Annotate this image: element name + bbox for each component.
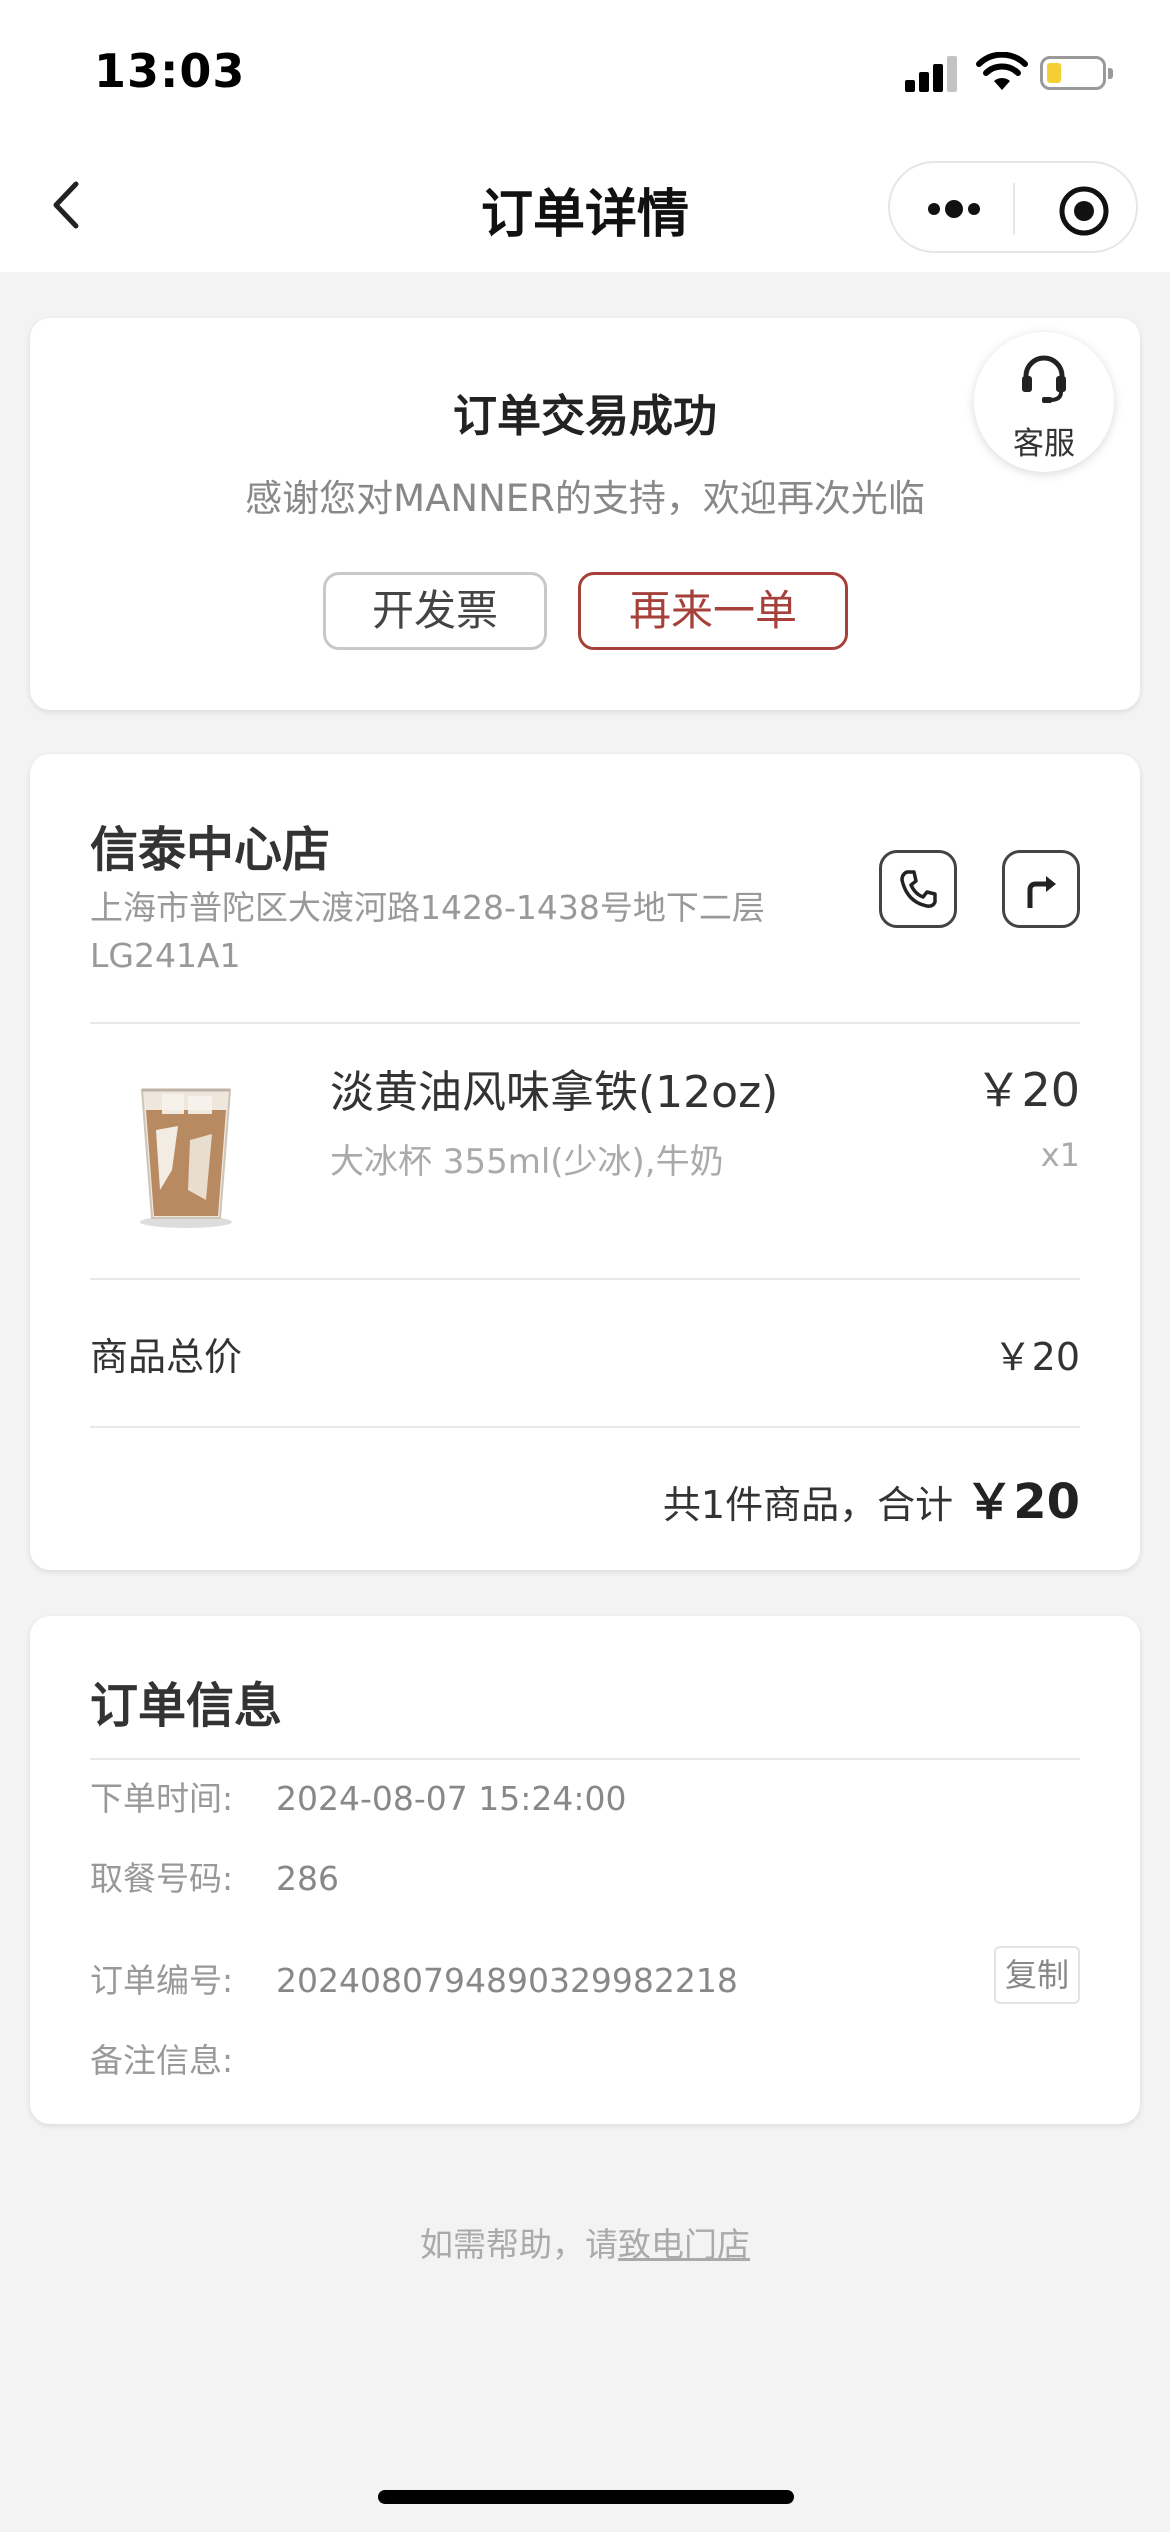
- subtotal-label: 商品总价: [90, 1335, 243, 1379]
- reorder-button[interactable]: 再来一单: [578, 572, 848, 650]
- customer-service-button[interactable]: 客服: [974, 332, 1114, 472]
- pickup-number-value: 286: [276, 1859, 339, 1898]
- order-info-title: 订单信息: [90, 1678, 283, 1734]
- cellular-signal-icon: [905, 56, 959, 92]
- order-number-label: 订单编号:: [90, 1961, 234, 2000]
- divider: [90, 1426, 1080, 1428]
- pickup-number-label: 取餐号码:: [90, 1859, 234, 1898]
- more-icon[interactable]: [924, 185, 984, 233]
- total-prefix: 共1件商品，合计: [662, 1483, 954, 1527]
- pickup-number-row: 取餐号码: 286: [90, 1852, 339, 1900]
- capsule-divider: [1013, 183, 1015, 235]
- directions-icon: [1027, 876, 1056, 908]
- order-time-label: 下单时间:: [90, 1779, 234, 1818]
- home-indicator: [378, 2490, 794, 2504]
- phone-icon: [900, 870, 937, 908]
- call-store-link[interactable]: 致电门店: [618, 2225, 750, 2264]
- product-image: [140, 1088, 232, 1228]
- order-time-value: 2024-08-07 15:24:00: [276, 1779, 627, 1818]
- top-bar: 13:03 订单详情: [0, 0, 1170, 272]
- invoice-button[interactable]: 开发票: [323, 572, 547, 650]
- order-time-row: 下单时间: 2024-08-07 15:24:00: [90, 1772, 626, 1820]
- store-address: 上海市普陀区大渡河路1428-1438号地下二层LG241A1: [90, 888, 765, 975]
- order-items-card: 信泰中心店 上海市普陀区大渡河路1428-1438号地下二层LG241A1 淡黄…: [30, 754, 1140, 1570]
- subtotal-value: ￥20: [993, 1335, 1080, 1379]
- wifi-icon: [976, 52, 1028, 90]
- remarks-label: 备注信息:: [90, 2041, 234, 2080]
- divider: [90, 1758, 1080, 1760]
- store-name: 信泰中心店: [90, 822, 331, 878]
- help-prefix: 如需帮助，请: [420, 2225, 618, 2264]
- mini-program-capsule: [888, 161, 1138, 253]
- order-info-card: 订单信息 下单时间: 2024-08-07 15:24:00 取餐号码: 286 订…: [30, 1616, 1140, 2124]
- battery-icon: [1040, 56, 1113, 90]
- order-number-value: 20240807948903299822​18: [276, 1961, 738, 2000]
- remarks-row: 备注信息:: [90, 2034, 276, 2082]
- status-time: 13:03: [94, 44, 246, 98]
- order-status-subtitle: 感谢您对MANNER的支持，欢迎再次光临: [245, 477, 925, 520]
- order-number-row: 订单编号: 20240807948903299822​18: [90, 1954, 738, 2002]
- product-quantity: x1: [1040, 1136, 1080, 1174]
- help-text: 如需帮助，请致电门店: [0, 2218, 1170, 2266]
- navigate-store-button[interactable]: [1002, 850, 1080, 928]
- total-amount: ￥20: [965, 1474, 1080, 1530]
- call-store-button[interactable]: [879, 850, 957, 928]
- product-spec: 大冰杯 355ml(少冰),牛奶: [330, 1142, 724, 1182]
- product-price: ￥20: [975, 1063, 1080, 1117]
- headset-icon: [1022, 355, 1066, 403]
- divider: [90, 1278, 1080, 1280]
- close-miniprogram-icon[interactable]: [1058, 185, 1110, 237]
- order-total: 共1件商品，合计 ￥20: [663, 1462, 1080, 1532]
- product-name: 淡黄油风味拿铁(12oz): [330, 1067, 779, 1118]
- order-status-card: 订单交易成功 感谢您对MANNER的支持，欢迎再次光临 开发票 再来一单 客服: [30, 318, 1140, 710]
- customer-service-label: 客服: [1013, 426, 1075, 462]
- copy-order-number-button[interactable]: 复制: [994, 1946, 1080, 2004]
- divider: [90, 1022, 1080, 1024]
